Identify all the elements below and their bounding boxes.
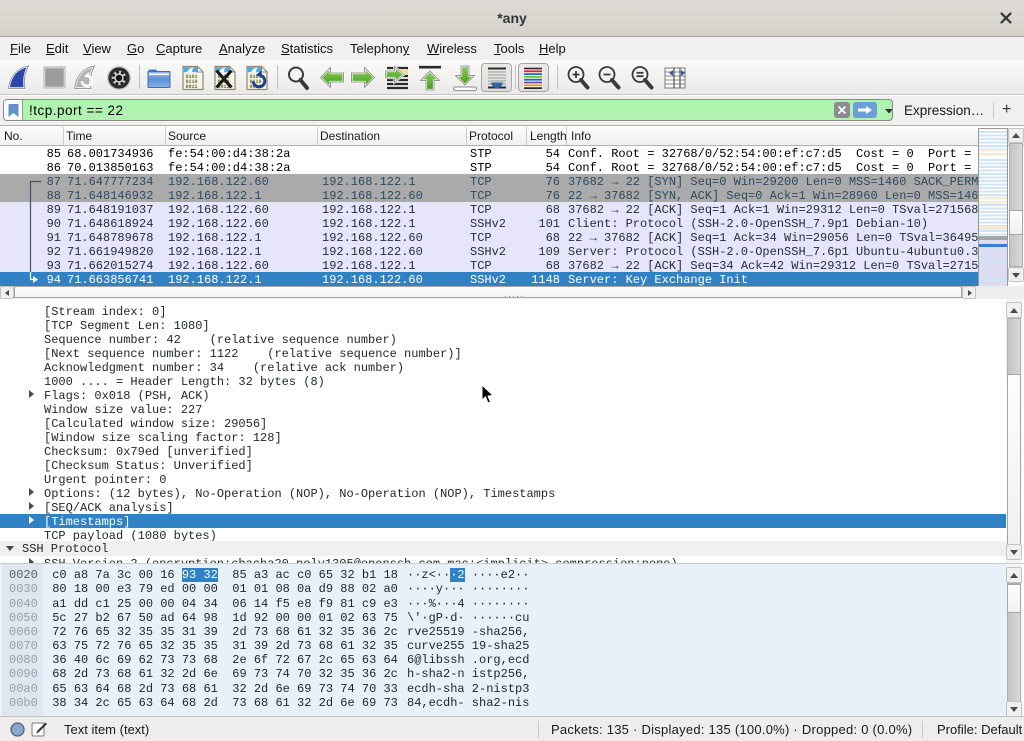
svg-text:0011: 0011 — [186, 84, 198, 90]
